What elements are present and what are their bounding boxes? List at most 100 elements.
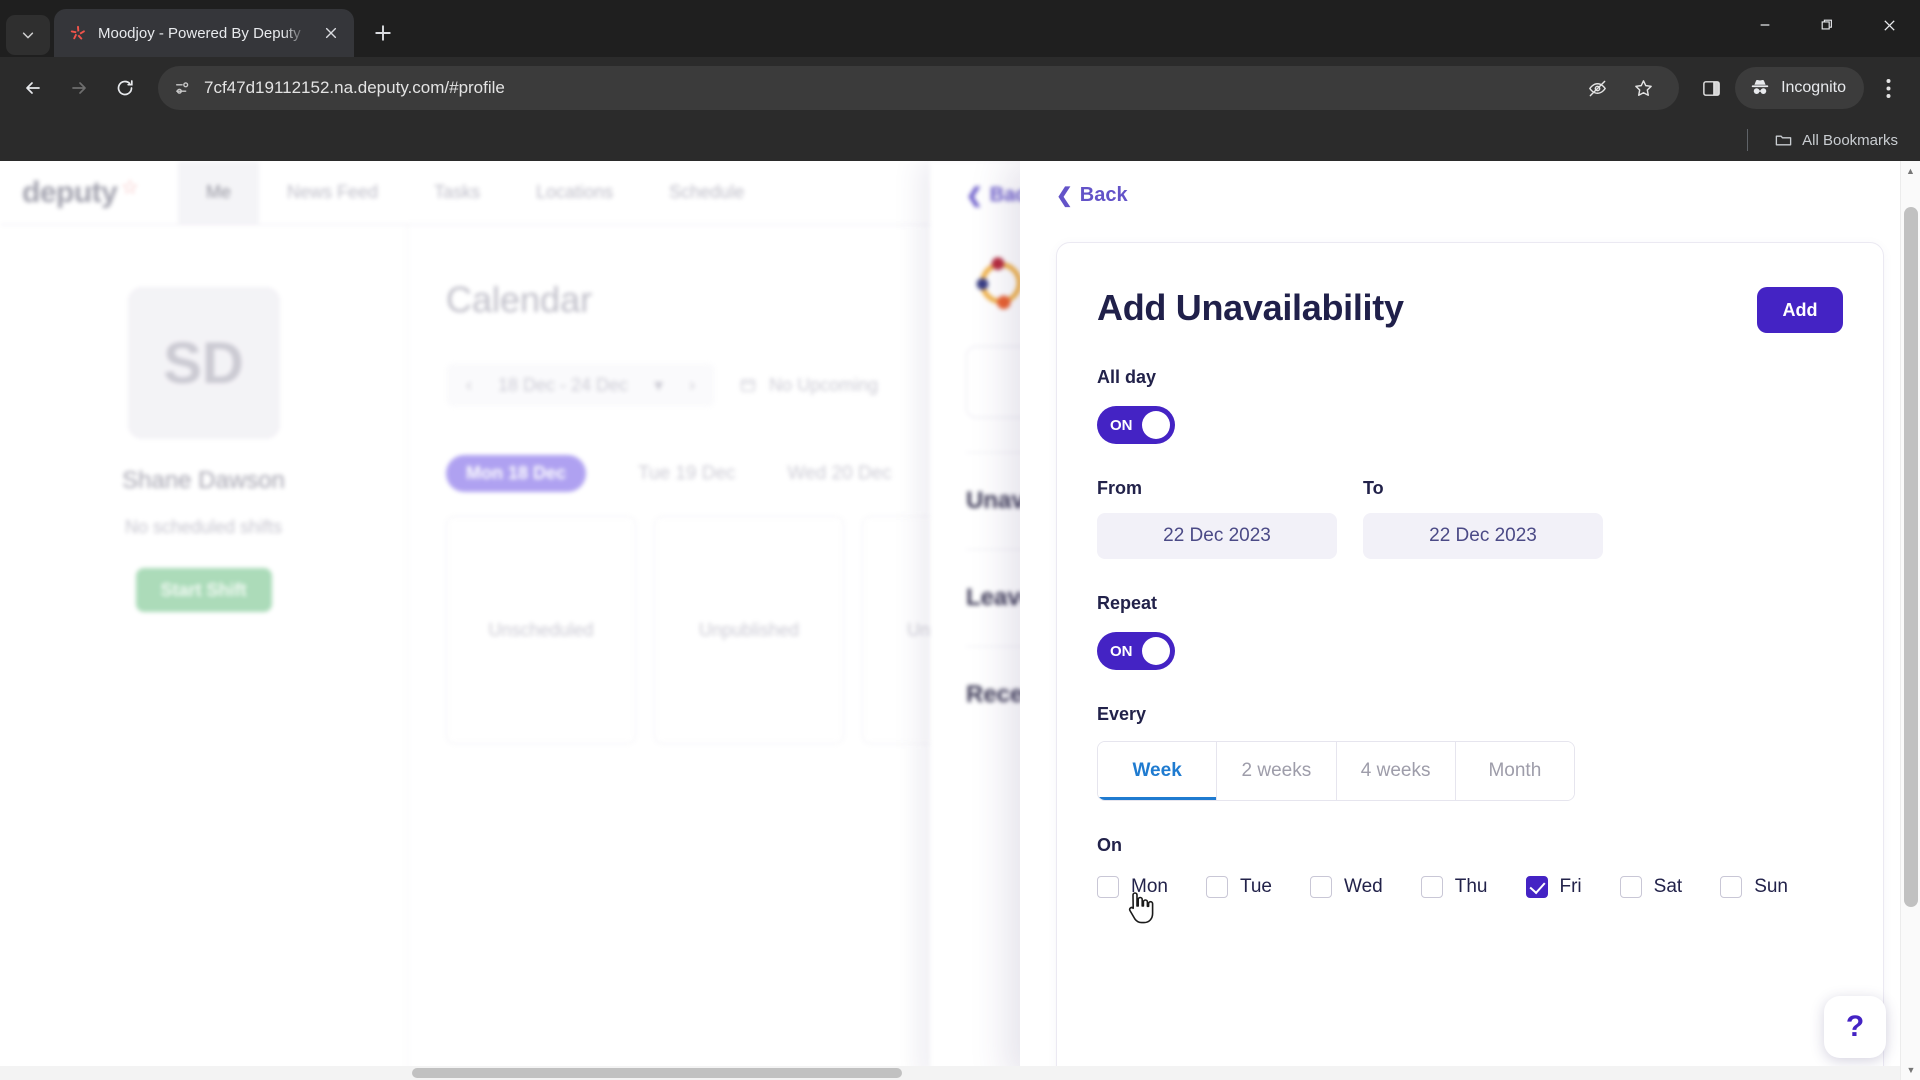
all-bookmarks-button[interactable]: All Bookmarks	[1766, 127, 1906, 154]
toggle-knob	[1142, 637, 1170, 665]
horizontal-scrollbar[interactable]	[0, 1066, 1900, 1080]
add-button[interactable]: Add	[1757, 287, 1843, 333]
day-checkbox-tue[interactable]: Tue	[1205, 876, 1273, 898]
every-option-month[interactable]: Month	[1455, 742, 1574, 800]
nav-label: Schedule	[669, 182, 745, 202]
day-label: Mon	[1131, 876, 1168, 897]
day-checkbox-sat[interactable]: Sat	[1619, 876, 1682, 898]
repeat-toggle[interactable]: ON	[1097, 632, 1175, 670]
checkbox-box-checked[interactable]	[1525, 876, 1548, 898]
from-field: From 22 Dec 2023	[1097, 478, 1337, 559]
start-shift-button[interactable]: Start Shift	[135, 568, 272, 612]
on-label: On	[1097, 835, 1122, 855]
date-range-row: From 22 Dec 2023 To 22 Dec 2023	[1097, 478, 1843, 559]
day-label: Wed	[1344, 876, 1383, 897]
all-bookmarks-label: All Bookmarks	[1802, 131, 1898, 149]
eye-slash-icon[interactable]	[1577, 68, 1617, 108]
all-day-toggle[interactable]: ON	[1097, 406, 1175, 444]
star-icon[interactable]	[1623, 68, 1663, 108]
address-bar[interactable]: 7cf47d19112152.na.deputy.com/#profile	[158, 66, 1680, 110]
every-option-4-weeks[interactable]: 4 weeks	[1336, 742, 1456, 800]
modal-title: Add Unavailability	[1097, 287, 1404, 328]
day-tab-mon[interactable]: Mon 18 Dec	[446, 455, 587, 492]
day-tab-wed[interactable]: Wed 20 Dec	[788, 463, 892, 485]
on-field: On Mon Tue Wed Thu Fri Sat Sun	[1097, 835, 1843, 898]
nav-item-locations[interactable]: Locations	[508, 161, 641, 224]
day-checkbox-sun[interactable]: Sun	[1720, 876, 1788, 898]
day-card[interactable]: Unscheduled	[446, 516, 636, 744]
arrow-left-icon[interactable]	[12, 67, 54, 109]
chevron-right-icon[interactable]: ›	[689, 375, 695, 396]
tab-close-icon[interactable]	[318, 20, 344, 46]
day-checkbox-thu[interactable]: Thu	[1420, 876, 1488, 898]
browser-toolbar: 7cf47d19112152.na.deputy.com/#profile In…	[0, 57, 1920, 119]
day-checkbox-mon[interactable]: Mon	[1097, 876, 1168, 898]
every-option-week[interactable]: Week	[1098, 742, 1218, 800]
every-field: Every Week 2 weeks 4 weeks Month	[1097, 704, 1843, 801]
restore-icon[interactable]	[1796, 0, 1858, 50]
repeat-toggle-state: ON	[1110, 642, 1133, 660]
all-day-toggle-state: ON	[1110, 416, 1133, 434]
bookmarks-divider	[1747, 129, 1749, 151]
week-range-label: 18 Dec - 24 Dec	[498, 374, 629, 395]
day-label: Tue	[1239, 876, 1273, 897]
day-checkbox-fri[interactable]: Fri	[1525, 876, 1582, 898]
to-date-input[interactable]: 22 Dec 2023	[1363, 513, 1603, 559]
scroll-up-arrow-icon[interactable]: ▲	[1901, 161, 1920, 181]
from-date-input[interactable]: 22 Dec 2023	[1097, 513, 1337, 559]
week-picker[interactable]: ‹ 18 Dec - 24 Dec ▾ ›	[446, 363, 716, 407]
day-checkbox-wed[interactable]: Wed	[1310, 876, 1383, 898]
new-tab-button[interactable]	[364, 14, 402, 52]
checkbox-box[interactable]	[1619, 876, 1642, 898]
address-bar-url: 7cf47d19112152.na.deputy.com/#profile	[204, 78, 505, 97]
vertical-scrollbar[interactable]: ▲ ▼	[1900, 161, 1920, 1080]
vertical-scrollbar-thumb[interactable]	[1904, 207, 1918, 907]
nav-item-me[interactable]: Me	[178, 161, 260, 224]
day-label: Fri	[1559, 876, 1582, 897]
nav-label: Me	[206, 182, 232, 202]
checkbox-box[interactable]	[1097, 876, 1119, 898]
horizontal-scrollbar-thumb[interactable]	[412, 1068, 902, 1078]
every-label: Every	[1097, 704, 1147, 724]
tab-strip: Moodjoy - Powered By Deputy	[0, 0, 1920, 57]
site-settings-icon[interactable]	[174, 79, 192, 97]
tab-search-chevron-down-icon[interactable]	[6, 15, 50, 55]
checkbox-box[interactable]	[1420, 876, 1443, 898]
incognito-label: Incognito	[1781, 79, 1846, 96]
to-field: To 22 Dec 2023	[1363, 478, 1603, 559]
day-tab-tue[interactable]: Tue 19 Dec	[638, 463, 736, 485]
arrow-right-icon[interactable]	[58, 67, 100, 109]
card-header: Add Unavailability Add	[1097, 287, 1843, 333]
add-unavailability-card: Add Unavailability Add All day ON From 2…	[1056, 242, 1884, 1080]
help-button[interactable]: ?	[1824, 996, 1886, 1058]
on-day-checkboxes: Mon Tue Wed Thu Fri Sat Sun	[1097, 876, 1843, 898]
chevron-left-icon[interactable]: ‹	[466, 375, 472, 396]
browser-tab[interactable]: Moodjoy - Powered By Deputy	[54, 9, 354, 57]
nav-item-news-feed[interactable]: News Feed	[259, 161, 406, 224]
window-close-icon[interactable]	[1858, 0, 1920, 50]
checkbox-box[interactable]	[1205, 876, 1228, 898]
day-card[interactable]: Unpublished	[654, 516, 844, 744]
caret-down-icon[interactable]: ▾	[654, 375, 663, 396]
avatar: SD	[127, 287, 280, 439]
checkbox-box[interactable]	[1310, 876, 1333, 898]
to-label: To	[1363, 478, 1384, 498]
reload-icon[interactable]	[104, 67, 146, 109]
incognito-indicator[interactable]: Incognito	[1735, 67, 1864, 109]
page-viewport: deputy Me News Feed Tasks Locations Sche…	[0, 161, 1920, 1080]
minimize-icon[interactable]	[1734, 0, 1796, 50]
three-dot-menu-icon[interactable]	[1868, 68, 1908, 108]
nav-item-tasks[interactable]: Tasks	[406, 161, 508, 224]
scroll-down-arrow-icon[interactable]: ▼	[1901, 1060, 1920, 1080]
profile-name: Shane Dawson	[122, 467, 285, 494]
every-option-2-weeks[interactable]: 2 weeks	[1217, 742, 1337, 800]
nav-item-schedule[interactable]: Schedule	[641, 161, 772, 224]
modal-back-button[interactable]: ❮ Back	[1020, 183, 1920, 208]
chevron-left-icon: ❮	[1056, 185, 1073, 207]
profile-sidebar: SD Shane Dawson No scheduled shifts Star…	[0, 225, 408, 1080]
day-label: Sun	[1754, 876, 1788, 897]
side-panel-icon[interactable]	[1691, 68, 1731, 108]
calendar-icon	[739, 376, 757, 394]
deputy-logo[interactable]: deputy	[0, 161, 178, 224]
checkbox-box[interactable]	[1720, 876, 1743, 898]
